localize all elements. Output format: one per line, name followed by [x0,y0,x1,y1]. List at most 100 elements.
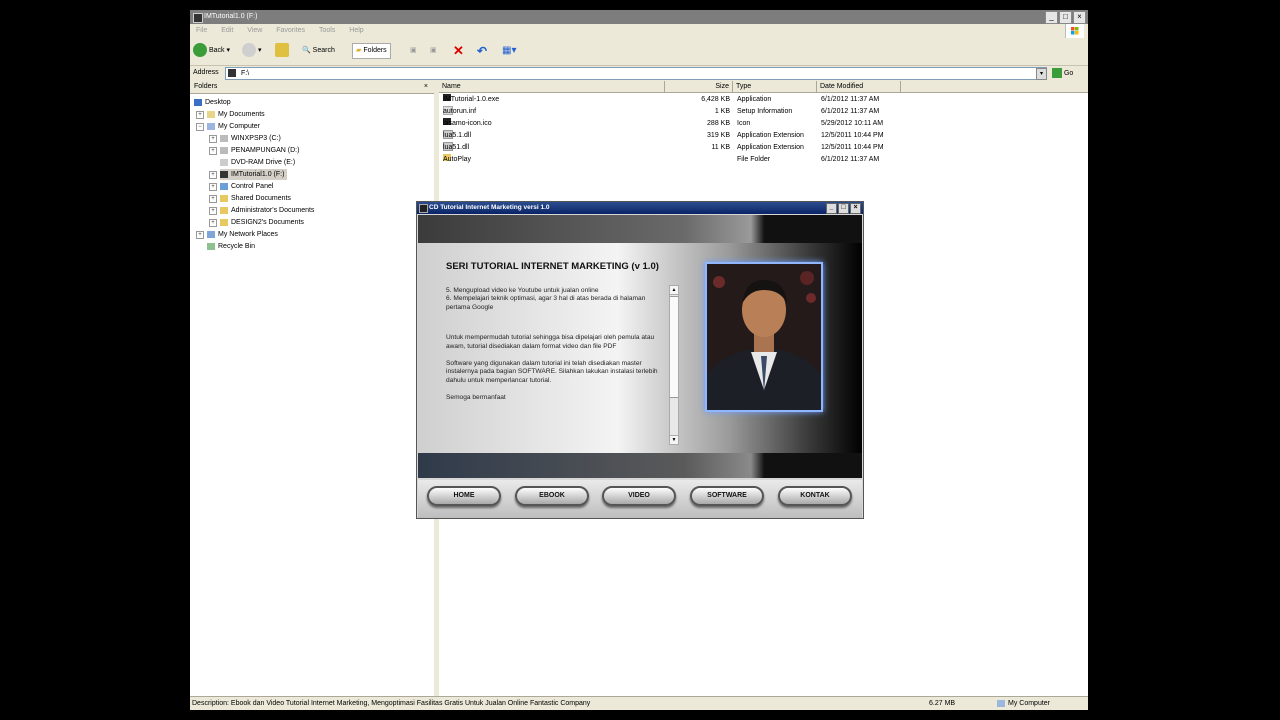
undo-button[interactable]: ↶ [477,43,487,59]
status-size: 6.27 MB [929,700,956,707]
cd-drive-icon [220,170,228,178]
minimize-button[interactable]: _ [1045,11,1058,24]
hard-drive-icon [220,146,228,154]
content-heading: SERI TUTORIAL INTERNET MARKETING (v 1.0) [446,261,659,272]
expand-toggle[interactable]: + [209,183,217,191]
recycle-bin-icon [207,242,215,250]
menu-tools[interactable]: Tools [319,27,335,34]
tree-item-drive-e[interactable]: DVD-RAM Drive (E:) [220,157,295,168]
scroll-thumb[interactable] [670,296,678,398]
search-button[interactable]: 🔍 Search [302,43,335,59]
expand-toggle[interactable]: + [209,207,217,215]
computer-icon [207,122,215,130]
menu-file[interactable]: File [196,27,207,34]
file-list-header: Name Size Type Date Modified [439,81,1088,93]
dvd-drive-icon [220,158,228,166]
file-row[interactable]: lua51.dll 11 KB Application Extension 12… [439,142,899,153]
tree-item-design2-documents[interactable]: DESIGN2's Documents [220,217,304,228]
file-row[interactable]: bisamo-icon.ico 288 KB Icon 5/29/2012 10… [439,118,899,129]
windows-logo-icon [1065,24,1084,38]
folder-icon [220,218,228,226]
control-panel-icon [220,182,228,190]
move-to-button[interactable]: ▣ [410,43,417,59]
tree-item-drive-c[interactable]: WINXPSP3 (C:) [220,133,281,144]
tree-item-drive-d[interactable]: PENAMPUNGAN (D:) [220,145,299,156]
file-row[interactable]: autorun.inf 1 KB Setup Information 6/1/2… [439,106,899,117]
column-name[interactable]: Name [439,81,665,92]
menu-edit[interactable]: Edit [221,27,233,34]
content-paragraph: Semoga bermanfaat [446,394,506,402]
desktop-icon [194,98,202,106]
status-location: My Computer [997,697,1050,710]
content-scrollbar[interactable]: ▲ ▼ [669,285,679,445]
hard-drive-icon [220,134,228,142]
tree-item-drive-f[interactable]: IMTutorial1.0 (F:) [220,169,288,180]
column-size[interactable]: Size [665,81,733,92]
views-button[interactable]: ▦▾ [502,43,516,59]
file-row[interactable]: lua5.1.dll 319 KB Application Extension … [439,130,899,141]
dialog-maximize-button[interactable]: □ [838,203,849,214]
file-row[interactable]: AutoPlay File Folder 6/1/2012 11:37 AM [439,154,899,165]
collapse-toggle[interactable]: − [196,123,204,131]
expand-toggle[interactable]: + [209,195,217,203]
content-text[interactable]: 5. Mengupload video ke Youtube untuk jua… [446,287,668,442]
folder-icon: ▰ [356,47,362,54]
expand-toggle[interactable]: + [196,111,204,119]
dialog-close-button[interactable]: × [850,203,861,214]
title-bar[interactable]: IMTutorial1.0 (F:) _ □ × [190,10,1088,24]
address-dropdown-button[interactable]: ▾ [1036,68,1047,80]
expand-toggle[interactable]: + [209,171,217,179]
expand-toggle[interactable]: + [209,135,217,143]
tree-item-shared-documents[interactable]: Shared Documents [220,193,291,204]
file-row[interactable]: IMTutorial-1.0.exe 6,428 KB Application … [439,94,899,105]
menu-view[interactable]: View [247,27,262,34]
scroll-down-button[interactable]: ▼ [670,435,678,444]
tree-item-my-documents[interactable]: My Documents [207,109,265,120]
drive-icon [228,69,236,77]
tree-item-my-computer[interactable]: My Computer [207,121,260,132]
content-paragraph: Untuk mempermudah tutorial sehingga bisa… [446,334,655,350]
folder-icon [220,206,228,214]
home-button[interactable]: HOME [427,486,501,506]
dialog-title-bar[interactable]: CD Tutorial Internet Marketing versi 1.0… [417,202,863,214]
tree-item-my-network-places[interactable]: My Network Places [207,229,278,240]
status-bar: Description: Ebook dan Video Tutorial In… [190,696,1088,710]
column-type[interactable]: Type [733,81,817,92]
video-button[interactable]: VIDEO [602,486,676,506]
go-button[interactable]: Go [1052,67,1073,81]
expand-toggle[interactable]: + [209,219,217,227]
folders-pane: Folders × Desktop + My Documents − My Co… [190,81,437,696]
close-button[interactable]: × [1073,11,1086,24]
ebook-button[interactable]: EBOOK [515,486,589,506]
tree-item-desktop[interactable]: Desktop [194,97,231,108]
close-pane-button[interactable]: × [424,81,428,93]
up-folder-icon [275,43,289,58]
content-paragraph: 5. Mengupload video ke Youtube untuk jua… [446,287,646,311]
delete-button[interactable]: ✕ [453,43,464,59]
folders-pane-header: Folders × [190,81,434,94]
expand-toggle[interactable]: + [209,147,217,155]
dialog-minimize-button[interactable]: _ [826,203,837,214]
kontak-button[interactable]: KONTAK [778,486,852,506]
menu-favorites[interactable]: Favorites [276,27,305,34]
maximize-button[interactable]: □ [1059,11,1072,24]
back-button[interactable]: Back ▾ [193,43,230,59]
network-icon [207,230,215,238]
address-input[interactable]: F:\ [225,67,1047,80]
folders-button[interactable]: ▰ Folders [352,43,391,59]
software-button[interactable]: SOFTWARE [690,486,764,506]
tree-item-administrator-documents[interactable]: Administrator's Documents [220,205,314,216]
expand-toggle[interactable]: + [196,231,204,239]
forward-button[interactable]: ▾ [242,43,261,59]
scroll-up-button[interactable]: ▲ [670,286,678,295]
copy-to-button[interactable]: ▣ [430,43,437,59]
autorun-dialog: CD Tutorial Internet Marketing versi 1.0… [416,201,864,519]
go-arrow-icon [1052,68,1062,79]
column-date-modified[interactable]: Date Modified [817,81,901,92]
tree-item-control-panel[interactable]: Control Panel [220,181,273,192]
back-arrow-icon [193,43,207,58]
tree-item-recycle-bin[interactable]: Recycle Bin [207,241,255,252]
address-bar: Address F:\ ▾ Go [190,65,1088,80]
menu-help[interactable]: Help [349,27,363,34]
up-folder-button[interactable] [275,43,289,59]
